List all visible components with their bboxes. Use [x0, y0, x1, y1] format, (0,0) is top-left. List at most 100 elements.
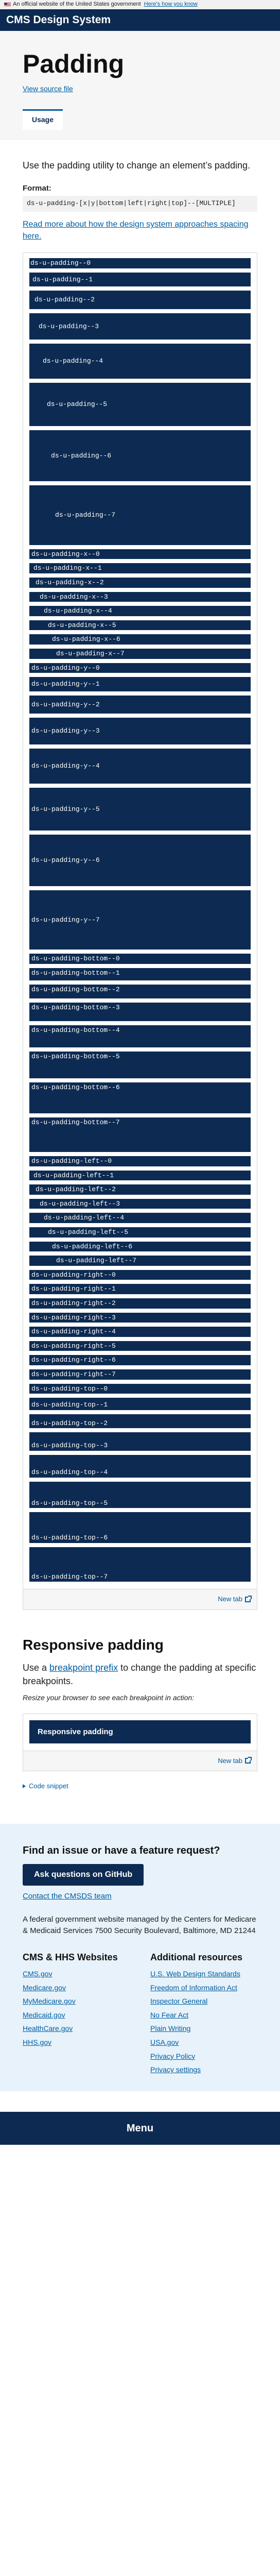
- footer-link-usa-gov[interactable]: USA.gov: [150, 2036, 257, 2049]
- page-tabs: Usage: [23, 109, 257, 130]
- padding-demo-right-7: ds-u-padding-right--7: [29, 1369, 251, 1380]
- padding-demo-left-7: ds-u-padding-left--7: [29, 1256, 251, 1266]
- padding-demo-bottom-6: ds-u-padding-bottom--6: [29, 1082, 251, 1113]
- footer-link-hhs[interactable]: HHS.gov: [23, 2036, 130, 2049]
- padding-demo-y-5: ds-u-padding-y--5: [29, 787, 251, 831]
- padding-demo-x-6: ds-u-padding-x--6: [29, 634, 251, 645]
- padding-demo-right-3: ds-u-padding-right--3: [29, 1312, 251, 1323]
- footer-link-plain-writing[interactable]: Plain Writing: [150, 2022, 257, 2036]
- footer-link-uswds[interactable]: U.S. Web Design Standards: [150, 1967, 257, 1981]
- footer-link-inspector-general[interactable]: Inspector General: [150, 1994, 257, 2008]
- padding-demo-all-6: ds-u-padding--6: [29, 430, 251, 482]
- padding-demo-y-1: ds-u-padding-y--1: [29, 677, 251, 691]
- padding-demo-top-4: ds-u-padding-top--4: [29, 1454, 251, 1478]
- main-content: Use the padding utility to change an ele…: [0, 140, 280, 1790]
- padding-demo-left-2: ds-u-padding-left--2: [29, 1184, 251, 1195]
- padding-demo-y-3: ds-u-padding-y--3: [29, 718, 251, 744]
- padding-demo-x-5: ds-u-padding-x--5: [29, 620, 251, 631]
- padding-demo-top-1: ds-u-padding-top--1: [29, 1398, 251, 1410]
- padding-demo-right-4: ds-u-padding-right--4: [29, 1327, 251, 1337]
- padding-demo-all-4: ds-u-padding--4: [29, 344, 251, 379]
- page-hero: Padding View source file Usage: [0, 31, 280, 141]
- caret-right-icon: [23, 1784, 26, 1788]
- padding-demo-all-1: ds-u-padding--1: [29, 272, 251, 287]
- padding-demo-all-5: ds-u-padding--5: [29, 383, 251, 426]
- tab-usage[interactable]: Usage: [23, 109, 63, 130]
- footer-link-mymedicare[interactable]: MyMedicare.gov: [23, 1994, 130, 2008]
- padding-demo-right-2: ds-u-padding-right--2: [29, 1298, 251, 1309]
- footer-link-no-fear-act[interactable]: No Fear Act: [150, 2008, 257, 2022]
- padding-demo-y-0: ds-u-padding-y--0: [29, 663, 251, 673]
- padding-demo-y-6: ds-u-padding-y--6: [29, 835, 251, 886]
- external-link-icon: [245, 1757, 252, 1764]
- external-link-icon: [245, 1595, 252, 1602]
- us-flag-icon: [4, 3, 11, 7]
- padding-demo-bottom-1: ds-u-padding-bottom--1: [29, 968, 251, 980]
- feedback-footer: Find an issue or have a feature request?…: [0, 1823, 280, 2091]
- padding-demo-list: ds-u-padding--0 ds-u-padding--1 ds-u-paddi…: [29, 258, 251, 1582]
- responsive-new-tab-label: New tab: [218, 1756, 242, 1765]
- responsive-lead-start: Use a: [23, 1662, 50, 1673]
- heres-how-you-know-link[interactable]: Here's how you know: [144, 1, 198, 8]
- padding-demo-right-0: ds-u-padding-right--0: [29, 1269, 251, 1280]
- code-snippet-toggle[interactable]: Code snippet: [23, 1782, 257, 1791]
- responsive-new-tab-link[interactable]: New tab: [218, 1756, 252, 1766]
- padding-demo-y-2: ds-u-padding-y--2: [29, 695, 251, 714]
- footer-link-privacy-settings[interactable]: Privacy settings: [150, 2063, 257, 2077]
- site-header: CMS Design System: [0, 9, 280, 31]
- padding-demo-x-2: ds-u-padding-x--2: [29, 578, 251, 588]
- footer-link-foia[interactable]: Freedom of Information Act: [150, 1981, 257, 1995]
- padding-demo-bottom-2: ds-u-padding-bottom--2: [29, 984, 251, 999]
- contact-link[interactable]: Contact the CMSDS team: [23, 1891, 257, 1902]
- footer-link-privacy-policy[interactable]: Privacy Policy: [150, 2049, 257, 2063]
- padding-demo-top-3: ds-u-padding-top--3: [29, 1432, 251, 1451]
- format-code: ds-u-padding-[x|y|bottom|left|right|top]…: [23, 196, 257, 212]
- menu-button[interactable]: Menu: [127, 2121, 153, 2136]
- responsive-padding-box: Responsive padding: [29, 1720, 251, 1743]
- padding-demo-left-1: ds-u-padding-left--1: [29, 1170, 251, 1181]
- page-title: Padding: [23, 49, 125, 78]
- menu-bar[interactable]: Menu: [0, 2111, 280, 2145]
- breakpoint-prefix-link[interactable]: breakpoint prefix: [49, 1663, 118, 1673]
- footer-col-resources: Additional resources U.S. Web Design Sta…: [150, 1951, 257, 2077]
- gov-banner-text: An official website of the United States…: [13, 1, 141, 8]
- padding-example: ds-u-padding--0 ds-u-padding--1 ds-u-paddi…: [23, 252, 257, 1610]
- padding-demo-all-7: ds-u-padding--7: [29, 485, 251, 545]
- padding-demo-right-1: ds-u-padding-right--1: [29, 1284, 251, 1295]
- feedback-title: Find an issue or have a feature request?: [23, 1844, 220, 1856]
- padding-demo-left-6: ds-u-padding-left--6: [29, 1241, 251, 1252]
- padding-demo-left-3: ds-u-padding-left--3: [29, 1198, 251, 1209]
- footer-link-medicaid[interactable]: Medicaid.gov: [23, 2008, 130, 2022]
- padding-demo-left-5: ds-u-padding-left--5: [29, 1227, 251, 1238]
- padding-demo-bottom-3: ds-u-padding-bottom--3: [29, 1003, 251, 1021]
- footer-col-title: Additional resources: [150, 1952, 243, 1962]
- padding-demo-top-7: ds-u-padding-top--7: [29, 1547, 251, 1582]
- padding-demo-x-3: ds-u-padding-x--3: [29, 591, 251, 602]
- site-title[interactable]: CMS Design System: [6, 12, 111, 27]
- padding-demo-bottom-0: ds-u-padding-bottom--0: [29, 954, 251, 964]
- padding-demo-top-2: ds-u-padding-top--2: [29, 1414, 251, 1429]
- github-button[interactable]: Ask questions on GitHub: [23, 1863, 144, 1886]
- padding-demo-top-0: ds-u-padding-top--0: [29, 1383, 251, 1394]
- spacing-approach-link[interactable]: Read more about how the design system ap…: [23, 219, 257, 242]
- view-source-link[interactable]: View source file: [23, 84, 73, 94]
- padding-demo-x-1: ds-u-padding-x--1: [29, 563, 251, 574]
- new-tab-label: New tab: [218, 1595, 242, 1603]
- padding-demo-x-0: ds-u-padding-x--0: [29, 549, 251, 560]
- example-footer: New tab: [23, 1589, 257, 1609]
- padding-demo-bottom-4: ds-u-padding-bottom--4: [29, 1025, 251, 1048]
- resize-note: Resize your browser to see each breakpoi…: [23, 1693, 195, 1702]
- footer-link-healthcare[interactable]: HealthCare.gov: [23, 2022, 130, 2036]
- padding-demo-top-6: ds-u-padding-top--6: [29, 1512, 251, 1543]
- footer-link-cms[interactable]: CMS.gov: [23, 1967, 130, 1981]
- padding-demo-left-0: ds-u-padding-left--0: [29, 1156, 251, 1166]
- new-tab-link[interactable]: New tab: [218, 1595, 252, 1604]
- padding-demo-right-6: ds-u-padding-right--6: [29, 1355, 251, 1366]
- gov-banner: An official website of the United States…: [0, 0, 280, 9]
- padding-demo-x-7: ds-u-padding-x--7: [29, 649, 251, 659]
- footer-link-medicare[interactable]: Medicare.gov: [23, 1981, 130, 1995]
- padding-demo-x-4: ds-u-padding-x--4: [29, 606, 251, 616]
- responsive-example-footer: New tab: [23, 1750, 257, 1771]
- responsive-example: Responsive padding New tab: [23, 1713, 257, 1771]
- intro-lead: Use the padding utility to change an ele…: [23, 160, 250, 171]
